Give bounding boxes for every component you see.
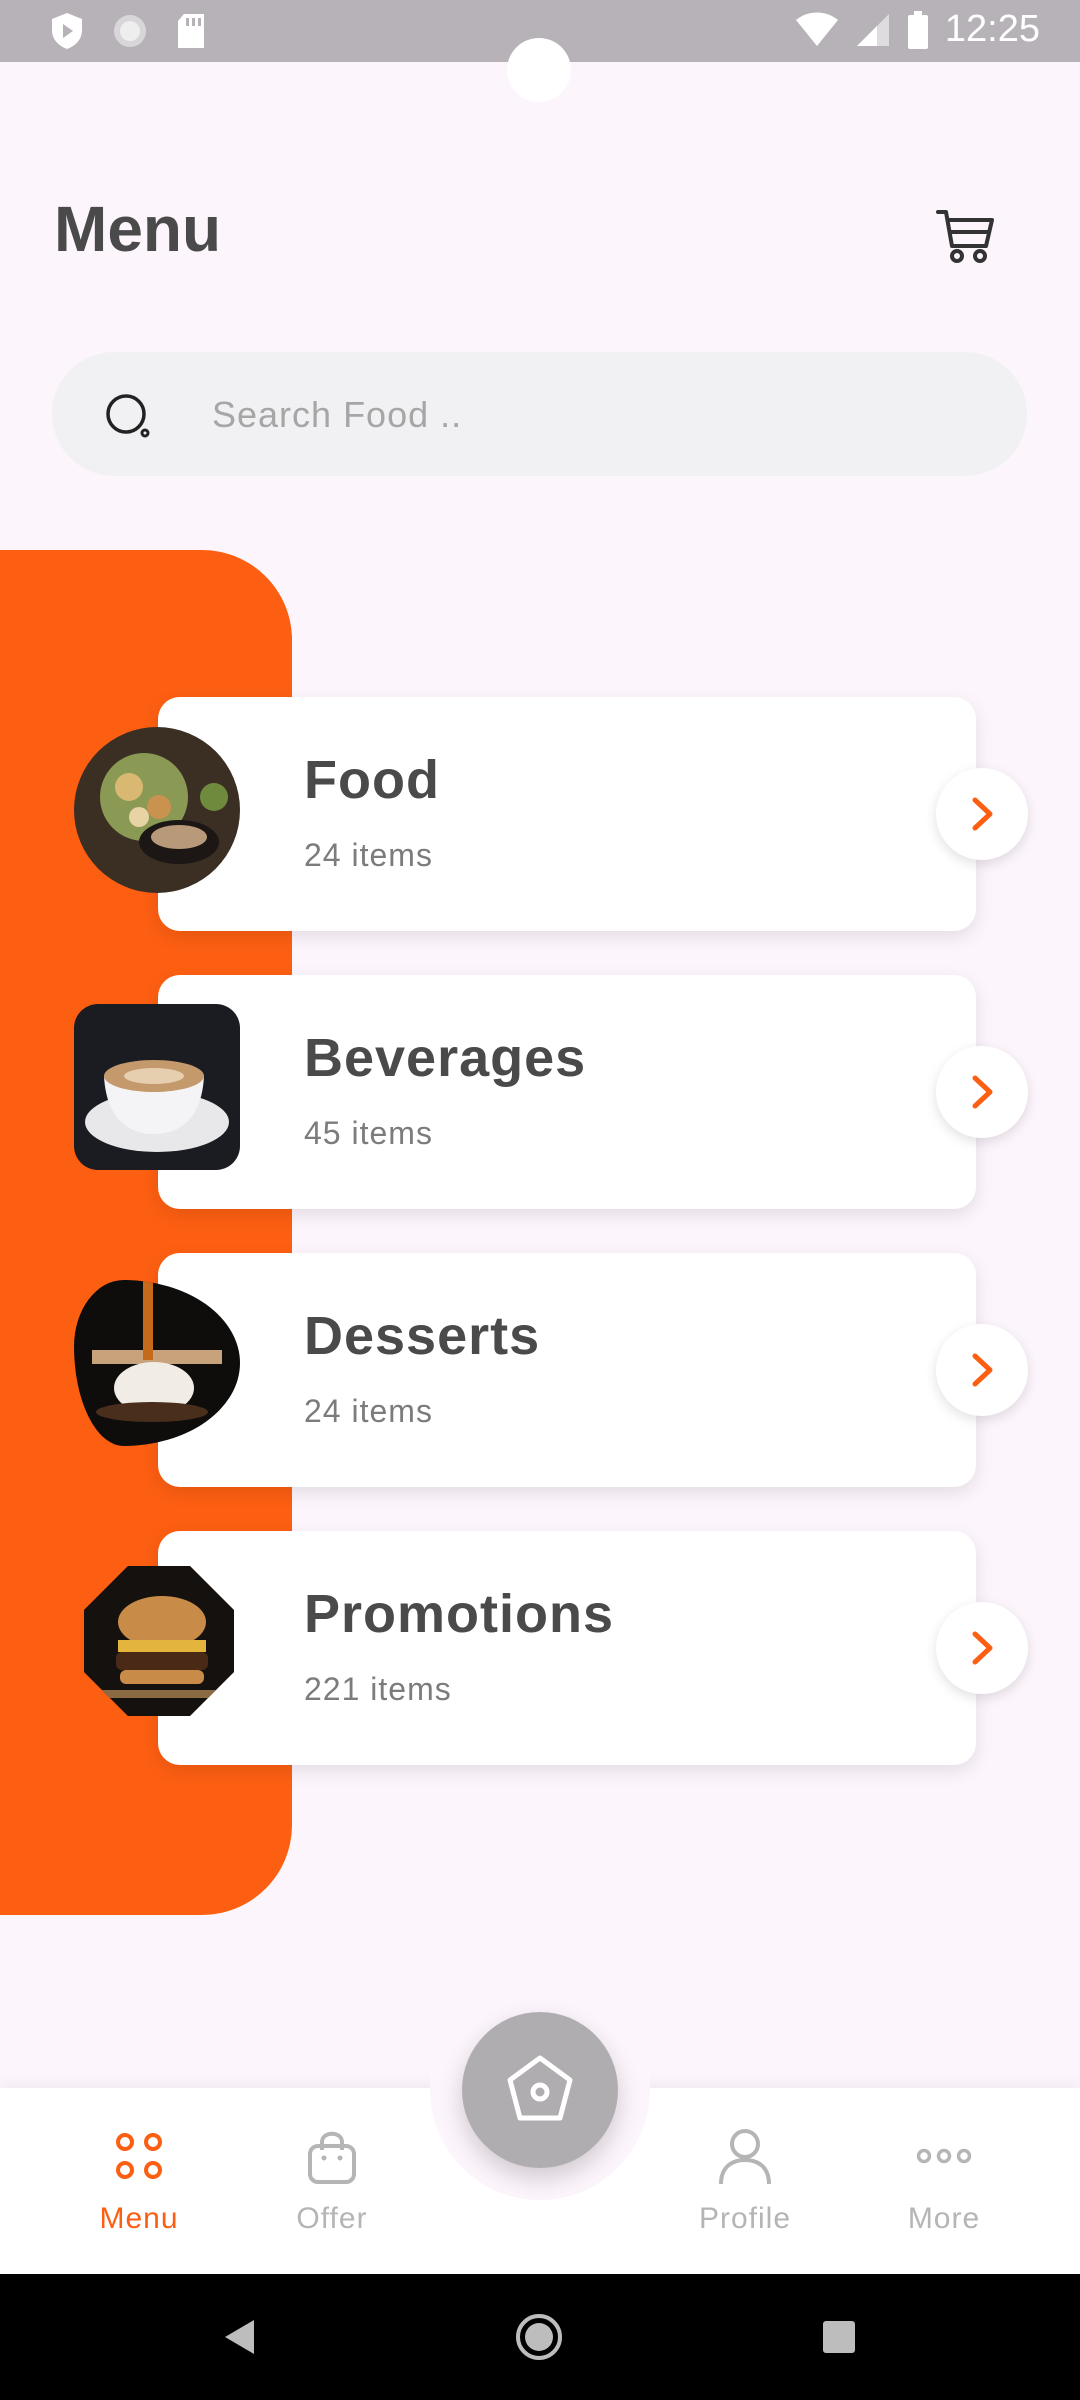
category-card-promotions[interactable]: Promotions 221 items bbox=[158, 1531, 976, 1765]
search-icon bbox=[106, 394, 150, 438]
category-count: 221 items bbox=[304, 1671, 452, 1707]
beverages-arrow-button[interactable] bbox=[936, 1046, 1028, 1138]
grid-dots-icon bbox=[116, 2133, 162, 2179]
food-plate-icon bbox=[74, 727, 240, 893]
home-button[interactable] bbox=[462, 2012, 618, 2168]
nav-item-more[interactable]: More bbox=[864, 2126, 1024, 2236]
sd-card-icon bbox=[178, 14, 204, 48]
chevron-right-icon bbox=[972, 797, 993, 831]
nav-label: More bbox=[907, 2202, 981, 2235]
nav-label: Menu bbox=[99, 2202, 179, 2235]
wifi-icon bbox=[795, 12, 838, 46]
burger-icon bbox=[52, 1534, 266, 1748]
chevron-right-icon bbox=[972, 1075, 993, 1109]
status-left-icons bbox=[50, 12, 206, 50]
cart-button[interactable] bbox=[930, 200, 1000, 270]
category-count: 24 items bbox=[304, 837, 433, 873]
food-arrow-button[interactable] bbox=[936, 768, 1028, 860]
shield-icon bbox=[52, 13, 82, 49]
category-name: Desserts bbox=[304, 1306, 541, 1366]
page-title: Menu bbox=[54, 193, 222, 265]
chevron-right-icon bbox=[972, 1353, 993, 1387]
category-name: Promotions bbox=[304, 1584, 615, 1644]
home-icon bbox=[507, 2055, 573, 2121]
category-count: 24 items bbox=[304, 1393, 433, 1429]
home-circle-icon[interactable] bbox=[514, 2312, 564, 2362]
category-card-desserts[interactable]: Desserts 24 items bbox=[158, 1253, 976, 1487]
category-card-beverages[interactable]: Beverages 45 items bbox=[158, 975, 976, 1209]
camera-cutout bbox=[507, 38, 571, 102]
desserts-arrow-button[interactable] bbox=[936, 1324, 1028, 1416]
cart-icon bbox=[936, 210, 994, 263]
back-icon[interactable] bbox=[222, 2318, 258, 2356]
battery-icon bbox=[907, 10, 928, 49]
promotions-arrow-button[interactable] bbox=[936, 1602, 1028, 1694]
nav-item-offer[interactable]: Offer bbox=[252, 2126, 412, 2236]
more-dots-icon bbox=[916, 2148, 972, 2164]
status-right: 12:25 bbox=[795, 8, 1040, 51]
category-name: Food bbox=[304, 750, 440, 810]
chevron-right-icon bbox=[972, 1631, 993, 1665]
nav-label: Profile bbox=[698, 2202, 792, 2235]
shopping-bag-icon bbox=[308, 2131, 356, 2184]
search-bar[interactable] bbox=[52, 352, 1027, 476]
beverages-thumbnail bbox=[74, 1004, 240, 1170]
nav-label: Offer bbox=[296, 2202, 368, 2235]
status-time: 12:25 bbox=[944, 8, 1040, 50]
category-name: Beverages bbox=[304, 1028, 587, 1088]
loading-circle-icon bbox=[114, 15, 146, 47]
recents-icon[interactable] bbox=[822, 2320, 856, 2354]
nav-item-profile[interactable]: Profile bbox=[665, 2126, 825, 2236]
search-input[interactable] bbox=[210, 382, 974, 448]
nav-item-menu[interactable]: Menu bbox=[59, 2126, 219, 2236]
user-icon bbox=[719, 2129, 771, 2185]
category-card-food[interactable]: Food 24 items bbox=[158, 697, 976, 931]
food-thumbnail bbox=[74, 727, 240, 893]
coffee-cup-icon bbox=[74, 1004, 240, 1170]
system-navigation-bar bbox=[0, 2274, 1080, 2400]
category-count: 45 items bbox=[304, 1115, 433, 1151]
signal-icon bbox=[856, 13, 889, 46]
